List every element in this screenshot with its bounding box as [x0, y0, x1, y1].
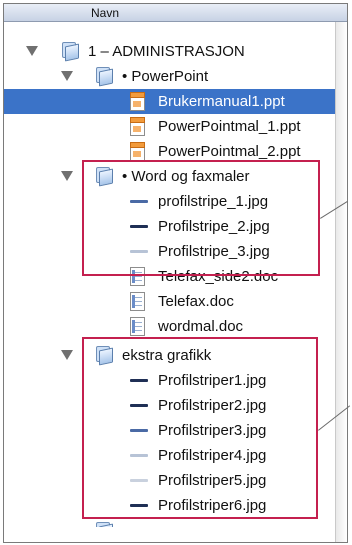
tree-row-administrasjon[interactable]: 1 – ADMINISTRASJON	[4, 39, 347, 64]
disclosure-triangle-icon[interactable]	[61, 71, 73, 81]
folder-icon	[94, 67, 114, 87]
disclosure-triangle-icon[interactable]	[61, 350, 73, 360]
folder-icon	[60, 42, 80, 62]
powerpoint-file-icon	[128, 142, 148, 162]
tree-row-label: • PowerPoint	[122, 68, 209, 85]
powerpoint-file-icon	[128, 117, 148, 137]
tree-row-powerpoint[interactable]: • PowerPoint	[4, 64, 347, 89]
word-document-icon	[128, 317, 148, 337]
name-column-label: Navn	[91, 6, 120, 20]
disclosure-triangle-icon[interactable]	[61, 171, 73, 181]
word-document-icon	[128, 292, 148, 312]
tree-row-powerpointmal-1[interactable]: PowerPointmal_1.ppt	[4, 114, 347, 139]
tree-row-label: PowerPointmal_1.ppt	[158, 118, 301, 135]
tree-row-wordmal[interactable]: wordmal.doc	[4, 314, 347, 339]
highlight-box-ekstra-grafikk	[82, 337, 318, 519]
tree-row-brukermanual[interactable]: Brukermanual1.ppt	[4, 89, 347, 114]
tree-row-label: PowerPointmal_2.ppt	[158, 143, 301, 160]
highlight-box-word-stripes	[82, 160, 320, 276]
tree-row-label: Telefax.doc	[158, 293, 234, 310]
tree-row-telefax[interactable]: Telefax.doc	[4, 289, 347, 314]
tree-row-label: wordmal.doc	[158, 318, 244, 335]
folder-icon	[94, 522, 114, 527]
tree-row-label: 1 – ADMINISTRASJON	[88, 43, 245, 60]
tree-row-label: Brukermanual1.ppt	[158, 93, 285, 110]
column-header[interactable]: Navn	[4, 4, 347, 22]
vertical-scrollbar[interactable]	[335, 22, 347, 542]
disclosure-triangle-icon[interactable]	[26, 46, 38, 56]
powerpoint-file-icon	[128, 92, 148, 112]
tree-row-clipped[interactable]	[4, 519, 347, 527]
